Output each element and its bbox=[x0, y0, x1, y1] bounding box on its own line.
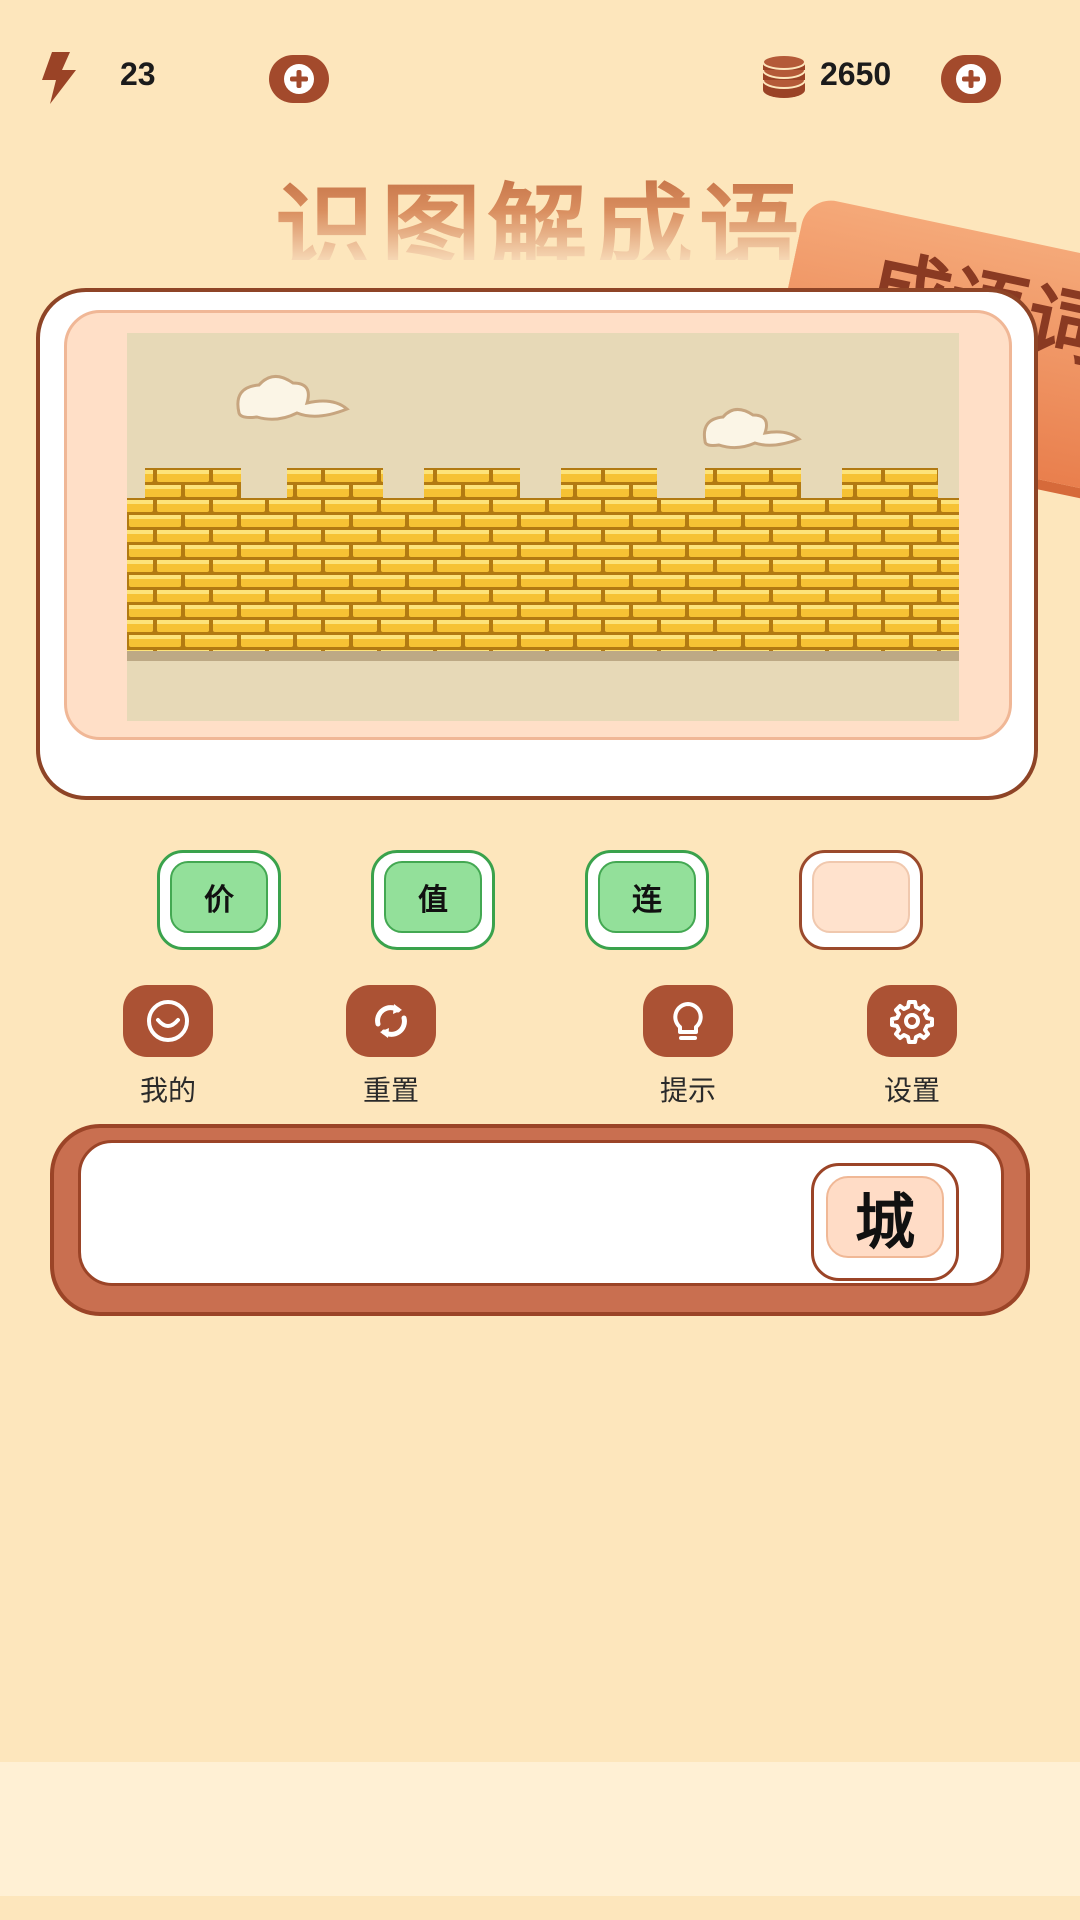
letter-choice[interactable]: 城 bbox=[811, 1163, 959, 1281]
coin-count: 2650 bbox=[820, 56, 892, 92]
add-energy-button[interactable] bbox=[269, 55, 329, 103]
plus-icon bbox=[284, 64, 314, 94]
game-screen: 23 2650 成语词 识图解成语 bbox=[0, 0, 1080, 1920]
game-title: 识图解成语 bbox=[250, 150, 830, 290]
gear-icon bbox=[890, 1000, 934, 1044]
add-coins-button[interactable] bbox=[941, 55, 1001, 103]
hint-button[interactable]: 提示 bbox=[633, 985, 743, 1109]
settings-icon-button[interactable] bbox=[867, 985, 957, 1057]
answer-slot-char bbox=[812, 861, 910, 933]
answer-slot-3[interactable]: 连 bbox=[585, 850, 709, 950]
reset-label: 重置 bbox=[362, 1074, 419, 1107]
energy-count: 23 bbox=[120, 56, 156, 92]
puzzle-frame-inner bbox=[64, 310, 1012, 740]
answer-slot-4[interactable] bbox=[799, 850, 923, 950]
coin-stack-icon bbox=[762, 54, 806, 98]
puzzle-image bbox=[127, 333, 959, 721]
lightning-icon bbox=[42, 52, 76, 104]
my-icon-button[interactable] bbox=[123, 985, 213, 1057]
puzzle-frame bbox=[36, 288, 1038, 800]
my-button[interactable]: 我的 bbox=[113, 985, 223, 1109]
answer-slot-1[interactable]: 价 bbox=[157, 850, 281, 950]
smile-icon bbox=[147, 1000, 189, 1042]
letter-choice-char: 城 bbox=[826, 1176, 944, 1258]
plus-icon bbox=[956, 64, 986, 94]
bottom-band bbox=[0, 1762, 1080, 1896]
hint-icon-button[interactable] bbox=[643, 985, 733, 1057]
letter-tray: 城 bbox=[50, 1124, 1030, 1316]
lightbulb-icon bbox=[673, 1002, 703, 1040]
my-label: 我的 bbox=[139, 1074, 196, 1107]
refresh-icon bbox=[375, 1004, 407, 1038]
settings-label: 设置 bbox=[883, 1074, 940, 1107]
reset-button[interactable]: 重置 bbox=[336, 985, 446, 1109]
answer-slot-char: 连 bbox=[598, 861, 696, 933]
reset-icon-button[interactable] bbox=[346, 985, 436, 1057]
settings-button[interactable]: 设置 bbox=[857, 985, 967, 1109]
hint-label: 提示 bbox=[659, 1074, 716, 1107]
letter-tray-inner: 城 bbox=[78, 1140, 1004, 1286]
golden-wall-illustration bbox=[127, 333, 959, 721]
answer-slot-2[interactable]: 值 bbox=[371, 850, 495, 950]
answer-slot-char: 价 bbox=[170, 861, 268, 933]
answer-slot-char: 值 bbox=[384, 861, 482, 933]
